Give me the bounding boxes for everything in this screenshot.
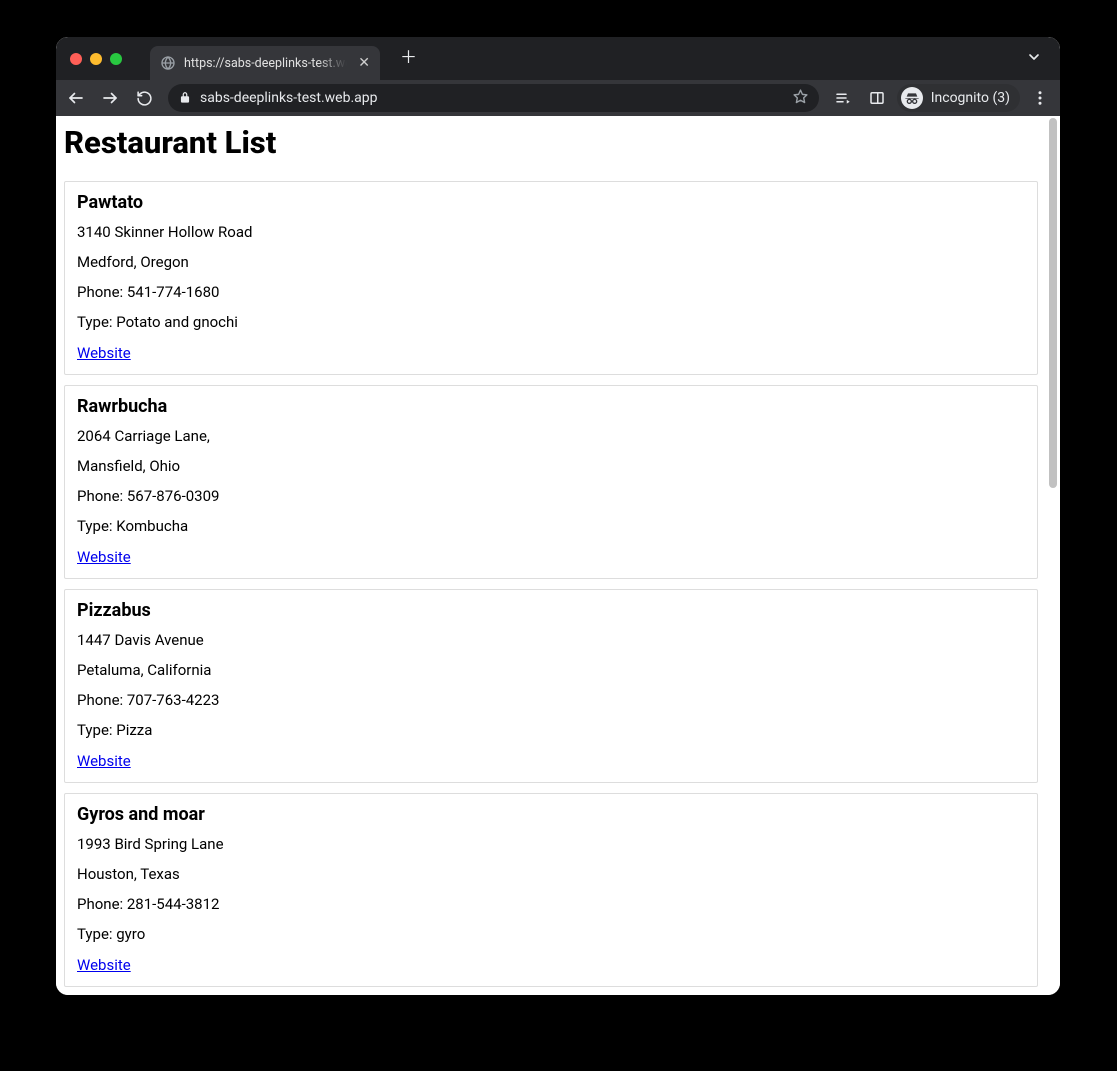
restaurant-website-link[interactable]: Website (77, 752, 131, 770)
restaurant-card: Pizzabus 1447 Davis Avenue Petaluma, Calif… (64, 589, 1038, 783)
media-control-icon[interactable] (829, 84, 857, 112)
scrollbar[interactable] (1047, 118, 1059, 488)
incognito-indicator[interactable]: Incognito (3) (897, 84, 1020, 112)
new-tab-button[interactable]: ＋ (394, 46, 423, 71)
restaurant-city: Houston, Texas (77, 865, 1025, 883)
page-content: Restaurant List Pawtato 3140 Skinner Holl… (56, 116, 1046, 995)
address-bar[interactable]: sabs-deeplinks-test.web.app (168, 84, 819, 112)
close-window-button[interactable] (70, 53, 82, 65)
browser-window: https://sabs-deeplinks-test.we ✕ ＋ sabs-… (56, 37, 1060, 995)
titlebar: https://sabs-deeplinks-test.we ✕ ＋ (56, 37, 1060, 80)
minimize-window-button[interactable] (90, 53, 102, 65)
back-button[interactable] (62, 84, 90, 112)
page-title: Restaurant List (64, 124, 1038, 161)
side-panel-icon[interactable] (863, 84, 891, 112)
incognito-icon (901, 87, 923, 109)
restaurant-city: Petaluma, California (77, 661, 1025, 679)
restaurant-address: 1447 Davis Avenue (77, 631, 1025, 649)
lock-icon (178, 91, 192, 105)
menu-button[interactable] (1026, 84, 1054, 112)
restaurant-phone: Phone: 707-763-4223 (77, 691, 1025, 709)
restaurant-city: Mansfield, Ohio (77, 457, 1025, 475)
restaurant-phone: Phone: 281-544-3812 (77, 895, 1025, 913)
restaurant-address: 3140 Skinner Hollow Road (77, 223, 1025, 241)
restaurant-address: 2064 Carriage Lane, (77, 427, 1025, 445)
restaurant-card: Pawtato 3140 Skinner Hollow Road Medford, … (64, 181, 1038, 375)
restaurant-type: Type: Pizza (77, 721, 1025, 739)
tab-title: https://sabs-deeplinks-test.we (184, 56, 350, 71)
restaurant-phone: Phone: 541-774-1680 (77, 283, 1025, 301)
maximize-window-button[interactable] (110, 53, 122, 65)
scrollbar-thumb[interactable] (1049, 118, 1057, 488)
restaurant-name: Pizzabus (77, 600, 1025, 621)
restaurant-name: Pawtato (77, 192, 1025, 213)
reload-button[interactable] (130, 84, 158, 112)
restaurant-type: Type: Kombucha (77, 517, 1025, 535)
restaurant-website-link[interactable]: Website (77, 344, 131, 362)
url-text: sabs-deeplinks-test.web.app (200, 90, 784, 106)
restaurant-address: 1993 Bird Spring Lane (77, 835, 1025, 853)
browser-tab[interactable]: https://sabs-deeplinks-test.we ✕ (150, 46, 380, 80)
restaurant-city: Medford, Oregon (77, 253, 1025, 271)
restaurant-phone: Phone: 567-876-0309 (77, 487, 1025, 505)
forward-button[interactable] (96, 84, 124, 112)
globe-icon (160, 55, 176, 71)
window-controls (66, 53, 122, 65)
page-viewport: Restaurant List Pawtato 3140 Skinner Holl… (56, 116, 1060, 995)
restaurant-website-link[interactable]: Website (77, 956, 131, 974)
restaurant-card: Gyros and moar 1993 Bird Spring Lane Houst… (64, 793, 1038, 987)
restaurant-name: Rawrbucha (77, 396, 1025, 417)
toolbar: sabs-deeplinks-test.web.app Incognito (3… (56, 80, 1060, 116)
restaurant-type: Type: gyro (77, 925, 1025, 943)
restaurant-name: Gyros and moar (77, 804, 1025, 825)
bookmark-star-icon[interactable] (792, 88, 809, 109)
restaurant-list: Pawtato 3140 Skinner Hollow Road Medford, … (64, 181, 1038, 987)
restaurant-website-link[interactable]: Website (77, 548, 131, 566)
incognito-label: Incognito (3) (931, 90, 1010, 106)
restaurant-type: Type: Potato and gnochi (77, 313, 1025, 331)
tabs-dropdown-button[interactable] (1018, 49, 1050, 69)
close-tab-icon[interactable]: ✕ (358, 56, 370, 70)
restaurant-card: Rawrbucha 2064 Carriage Lane, Mansfield, O… (64, 385, 1038, 579)
